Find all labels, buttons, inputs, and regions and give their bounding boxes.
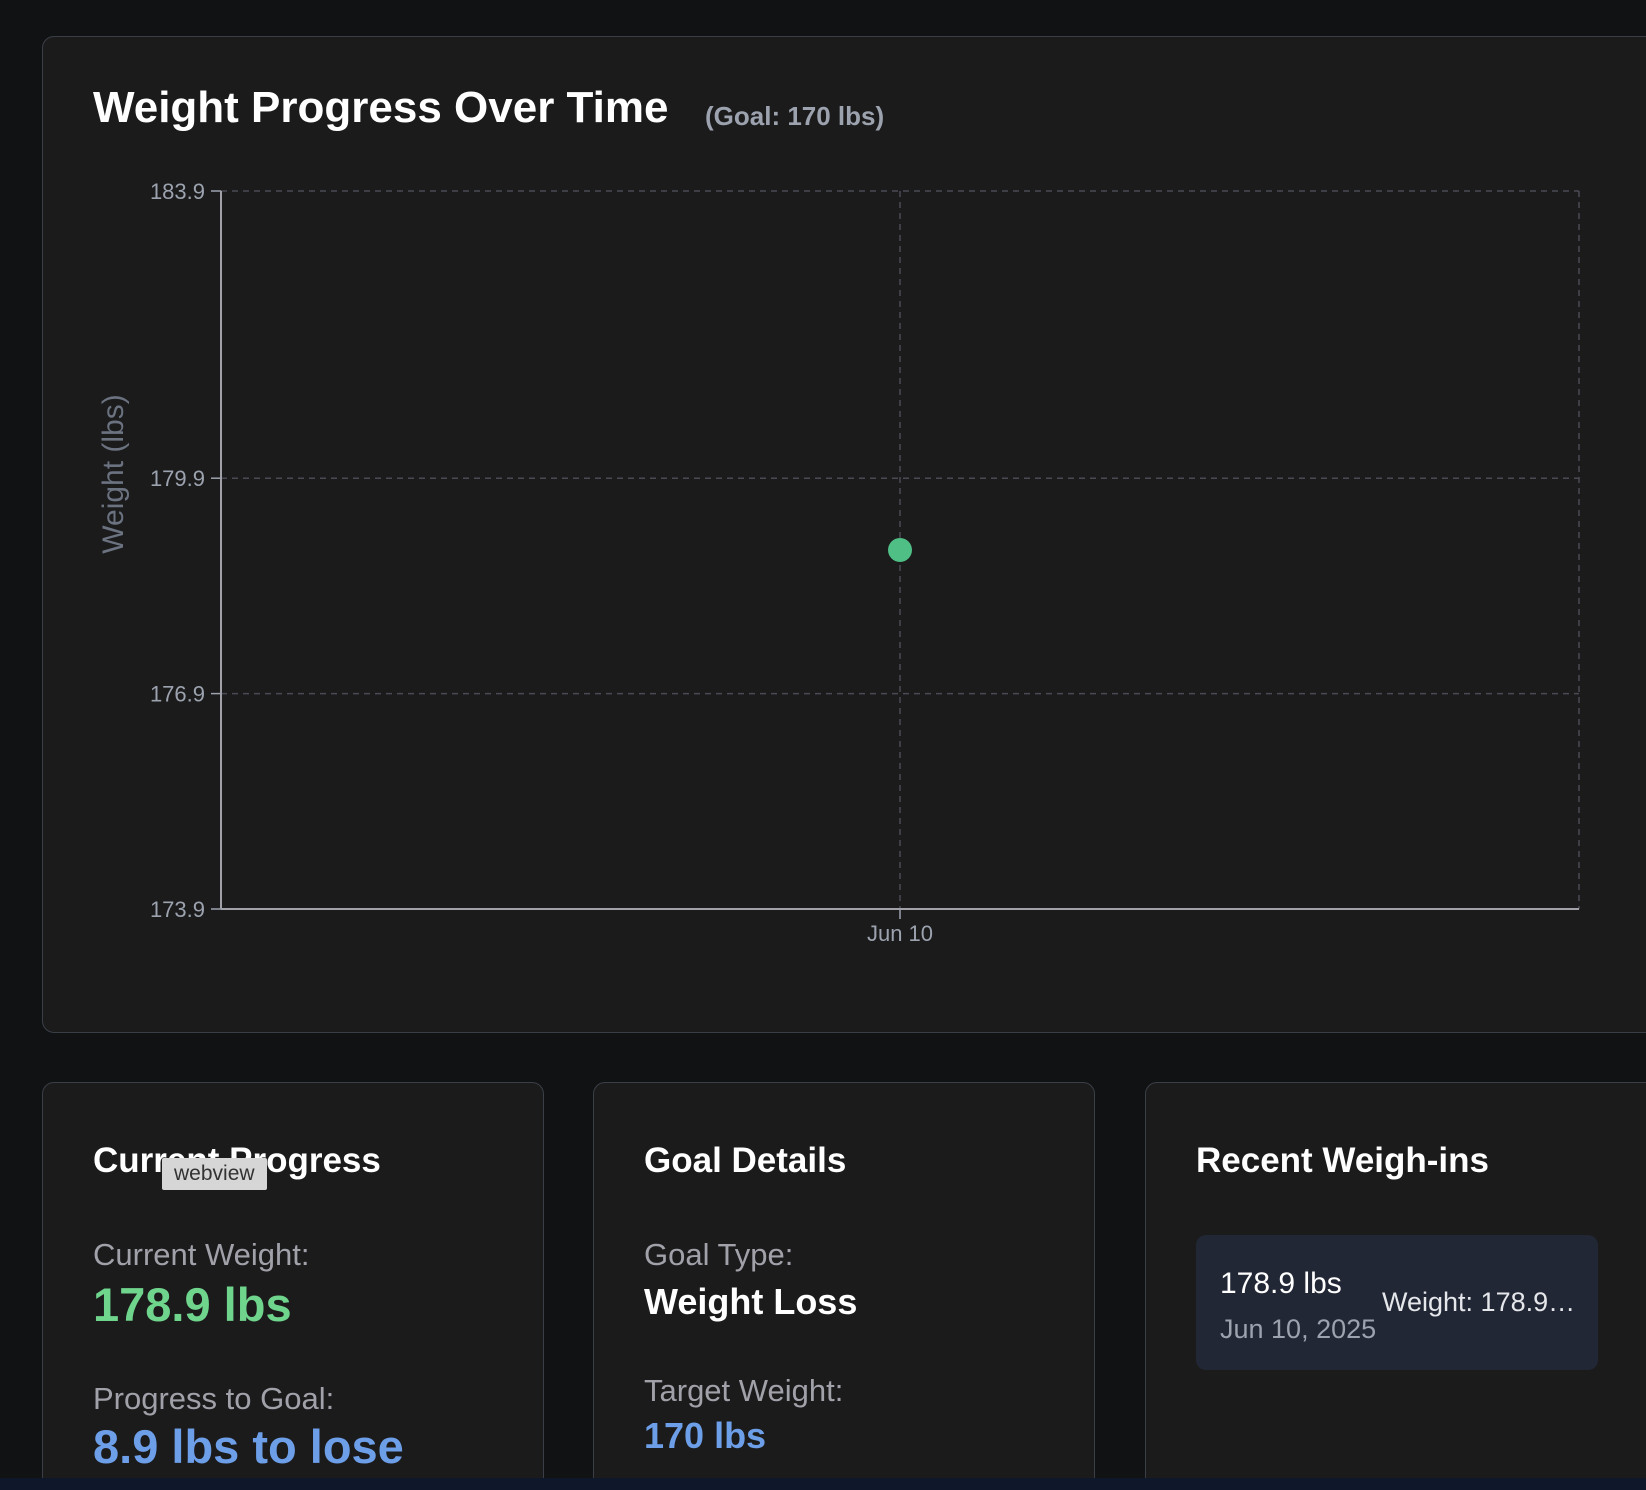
progress-to-goal-value: 8.9 lbs to lose [93,1420,404,1473]
weight-chart: 183.9 179.9 176.9 173.9 Jun 10 Weight (lbs) [97,179,1580,946]
goal-details-card: Goal Details Goal Type: Weight Loss Targ… [593,1082,1095,1490]
goal-type-value: Weight Loss [644,1281,858,1322]
weight-chart-card: Weight Progress Over Time (Goal: 170 lbs… [42,36,1646,1033]
current-progress-card: Current Progress Current Weight: 178.9 l… [42,1082,544,1490]
weighin-item[interactable]: 178.9 lbs Jun 10, 2025 Weight: 178.9 lbs [1196,1235,1598,1370]
current-weight-value: 178.9 lbs [93,1278,292,1331]
current-weight-label: Current Weight: [93,1237,310,1272]
recent-weighins-card: Recent Weigh-ins 178.9 lbs Jun 10, 2025 … [1145,1082,1646,1490]
webview-badge: webview [162,1158,267,1190]
goal-details-title: Goal Details [644,1141,847,1180]
page: Weight Progress Over Time (Goal: 170 lbs… [0,0,1646,1490]
weighin-note: Weight: 178.9 lbs [1382,1287,1578,1317]
target-weight-value: 170 lbs [644,1415,767,1456]
x-tick-label: Jun 10 [867,921,933,946]
target-weight-label: Target Weight: [644,1373,844,1408]
y-tick-label: 173.9 [150,897,205,922]
recent-weighins-title: Recent Weigh-ins [1196,1141,1490,1180]
y-tick-label: 176.9 [150,682,205,707]
y-tick-label: 179.9 [150,466,205,491]
y-tick-label: 183.9 [150,179,205,204]
weighin-date: Jun 10, 2025 [1220,1314,1377,1344]
data-point [888,538,912,562]
progress-to-goal-label: Progress to Goal: [93,1381,335,1416]
bottom-strip [0,1478,1646,1490]
goal-type-label: Goal Type: [644,1237,794,1272]
y-axis-label: Weight (lbs) [97,394,130,554]
weighin-weight: 178.9 lbs [1220,1267,1342,1300]
